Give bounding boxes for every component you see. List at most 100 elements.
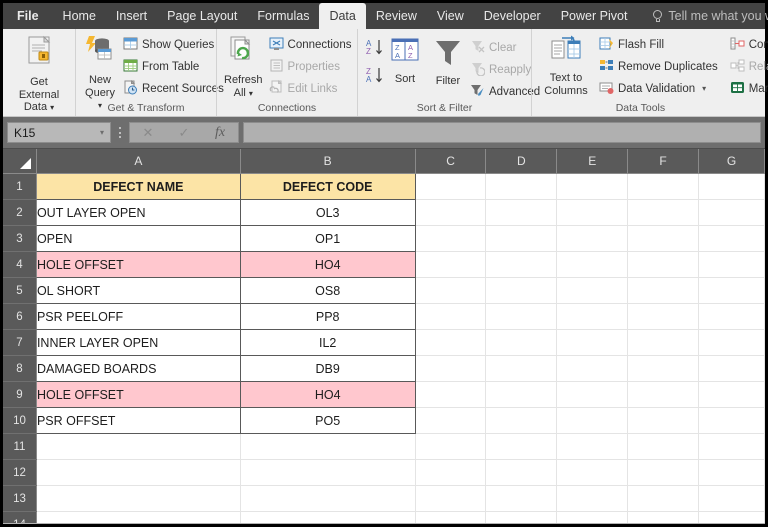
cancel-formula-icon[interactable]: ✕ [130,125,166,141]
cell-f11[interactable] [627,433,700,460]
tab-power-pivot[interactable]: Power Pivot [551,3,638,29]
cell-f7[interactable] [627,329,700,356]
cell-f4[interactable] [627,251,700,278]
cell-g4[interactable] [698,251,765,278]
cell-e4[interactable] [556,251,629,278]
cell-b8[interactable]: DB9 [239,355,416,382]
cell-e2[interactable] [556,199,629,226]
cell-c8[interactable] [415,355,487,382]
cell-d13[interactable] [485,485,558,512]
tab-developer[interactable]: Developer [474,3,551,29]
column-header-d[interactable]: D [485,149,558,174]
cell-c5[interactable] [415,277,487,304]
cell-b4[interactable]: HO4 [239,251,416,278]
cell-d7[interactable] [485,329,558,356]
row-header-4[interactable]: 4 [3,251,37,278]
cell-e10[interactable] [556,407,629,434]
cell-b10[interactable]: PO5 [239,407,416,434]
recent-sources-button[interactable]: Recent Sources [119,78,228,99]
cell-g3[interactable] [698,225,765,252]
cell-d11[interactable] [485,433,558,460]
cell-e12[interactable] [556,459,629,486]
cell-g5[interactable] [698,277,765,304]
cell-b11[interactable] [240,433,416,460]
cell-c13[interactable] [415,485,487,512]
cell-f3[interactable] [627,225,700,252]
cell-g6[interactable] [698,303,765,330]
cell-b6[interactable]: PP8 [239,303,416,330]
cell-f9[interactable] [627,381,700,408]
cell-e5[interactable] [556,277,629,304]
tab-file[interactable]: File [3,3,53,29]
manage-data-model-button[interactable]: Manage [726,78,768,99]
row-header-6[interactable]: 6 [3,303,37,330]
cell-a10[interactable]: PSR OFFSET [35,407,241,434]
remove-duplicates-button[interactable]: Remove Duplicates [595,56,722,77]
cell-e6[interactable] [556,303,629,330]
row-header-5[interactable]: 5 [3,277,37,304]
cell-c7[interactable] [415,329,487,356]
cell-a6[interactable]: PSR PEELOFF [35,303,241,330]
cell-d6[interactable] [485,303,558,330]
cell-a4[interactable]: HOLE OFFSET [35,251,241,278]
consolidate-button[interactable]: Consolida [726,34,768,55]
cell-f12[interactable] [627,459,700,486]
cell-b3[interactable]: OP1 [239,225,416,252]
row-header-3[interactable]: 3 [3,225,37,252]
cell-c14[interactable] [415,511,487,523]
cell-f5[interactable] [627,277,700,304]
cell-d1[interactable] [485,173,558,200]
cell-f13[interactable] [627,485,700,512]
tab-home[interactable]: Home [53,3,106,29]
from-table-button[interactable]: From Table [119,56,228,77]
sort-button[interactable]: Z A A Z Sort [386,36,424,86]
cell-e8[interactable] [556,355,629,382]
tab-insert[interactable]: Insert [106,3,157,29]
row-header-8[interactable]: 8 [3,355,37,382]
cell-d4[interactable] [485,251,558,278]
row-header-1[interactable]: 1 [3,173,37,200]
cell-f2[interactable] [627,199,700,226]
tab-view[interactable]: View [427,3,474,29]
sort-ascending-icon[interactable]: A Z [365,38,384,62]
cell-e7[interactable] [556,329,629,356]
tab-data[interactable]: Data [319,3,366,29]
cell-d10[interactable] [485,407,558,434]
flash-fill-button[interactable]: Flash Fill [595,34,722,55]
show-queries-button[interactable]: Show Queries [119,34,228,55]
cell-f6[interactable] [627,303,700,330]
cell-c10[interactable] [415,407,487,434]
cell-d14[interactable] [485,511,558,523]
row-header-9[interactable]: 9 [3,381,37,408]
column-header-f[interactable]: F [627,149,700,174]
cell-a2[interactable]: OUT LAYER OPEN [35,199,241,226]
cell-b13[interactable] [240,485,416,512]
refresh-all-button[interactable]: Refresh All ▾ [222,33,265,100]
new-query-button[interactable]: New Query ▾ [81,33,119,113]
cell-g7[interactable] [698,329,765,356]
cell-g14[interactable] [698,511,765,523]
data-validation-button[interactable]: Data Validation ▾ [595,78,722,99]
insert-function-icon[interactable]: fx [202,125,238,141]
cell-g11[interactable] [698,433,765,460]
column-header-a[interactable]: A [36,149,241,174]
cell-b9[interactable]: HO4 [239,381,416,408]
cell-e11[interactable] [556,433,629,460]
cell-g8[interactable] [698,355,765,382]
cell-f10[interactable] [627,407,700,434]
cell-a8[interactable]: DAMAGED BOARDS [35,355,241,382]
cell-f1[interactable] [627,173,700,200]
cell-b2[interactable]: OL3 [239,199,416,226]
cell-d9[interactable] [485,381,558,408]
cell-d8[interactable] [485,355,558,382]
cell-g9[interactable] [698,381,765,408]
cell-c9[interactable] [415,381,487,408]
cell-b7[interactable]: IL2 [239,329,416,356]
connections-button[interactable]: Connections [265,34,356,55]
row-header-2[interactable]: 2 [3,199,37,226]
cell-a1[interactable]: DEFECT NAME [35,173,241,200]
row-header-11[interactable]: 11 [3,433,37,460]
cell-c3[interactable] [415,225,487,252]
row-header-13[interactable]: 13 [3,485,37,512]
cell-b5[interactable]: OS8 [239,277,416,304]
